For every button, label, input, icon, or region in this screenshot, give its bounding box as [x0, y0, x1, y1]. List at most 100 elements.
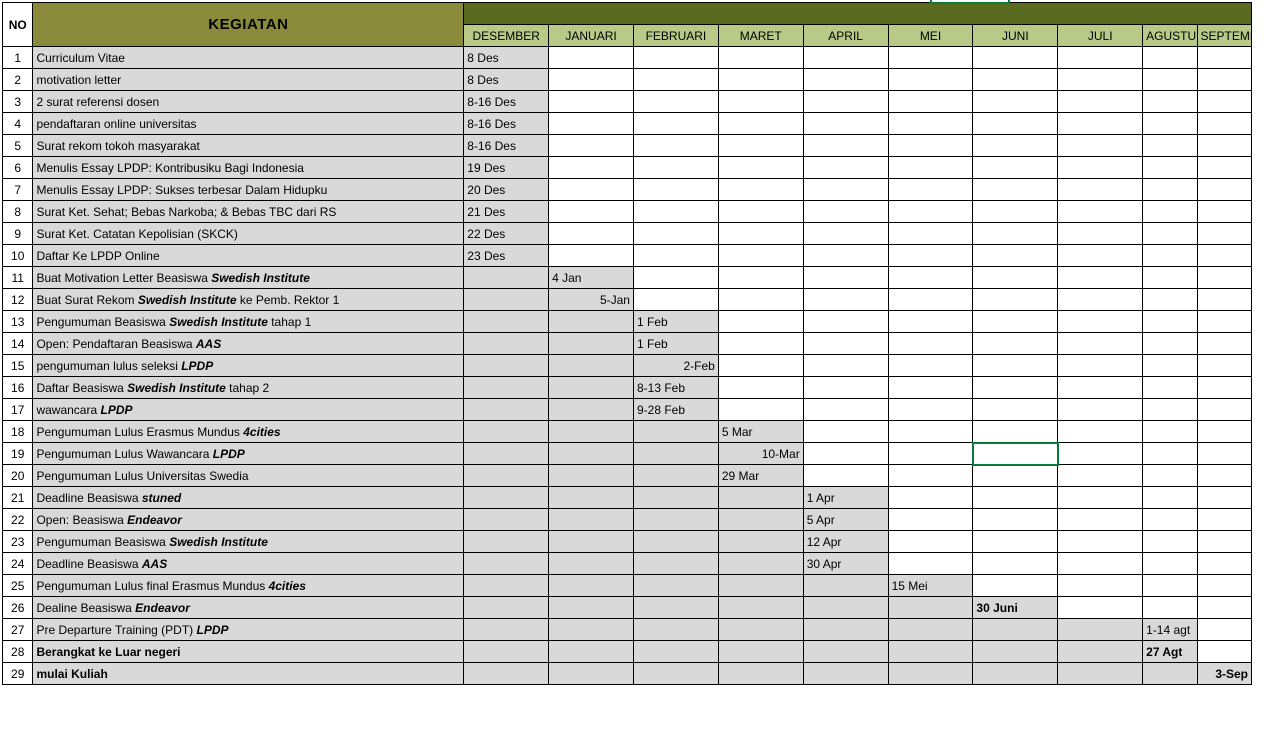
cell[interactable]: [1197, 135, 1251, 157]
cell[interactable]: [1143, 509, 1197, 531]
cell[interactable]: [718, 619, 803, 641]
cell[interactable]: [803, 47, 888, 69]
cell[interactable]: [803, 157, 888, 179]
cell[interactable]: 2-Feb: [633, 355, 718, 377]
row-no[interactable]: 9: [3, 223, 33, 245]
cell[interactable]: [1058, 531, 1143, 553]
cell[interactable]: [549, 575, 634, 597]
cell[interactable]: [888, 91, 973, 113]
cell[interactable]: [973, 619, 1058, 641]
cell[interactable]: [973, 663, 1058, 685]
cell[interactable]: [1197, 113, 1251, 135]
cell[interactable]: [464, 399, 549, 421]
table-row[interactable]: 27Pre Departure Training (PDT) LPDP1-14 …: [3, 619, 1252, 641]
cell[interactable]: [1197, 641, 1251, 663]
cell[interactable]: [1058, 311, 1143, 333]
cell[interactable]: [549, 487, 634, 509]
cell[interactable]: [549, 91, 634, 113]
cell[interactable]: [633, 597, 718, 619]
cell[interactable]: [1058, 553, 1143, 575]
row-no[interactable]: 19: [3, 443, 33, 465]
cell[interactable]: [973, 355, 1058, 377]
cell[interactable]: 8-16 Des: [464, 113, 549, 135]
cell[interactable]: [1058, 201, 1143, 223]
cell[interactable]: [633, 619, 718, 641]
cell[interactable]: [888, 355, 973, 377]
cell[interactable]: [549, 157, 634, 179]
cell[interactable]: [633, 553, 718, 575]
row-activity[interactable]: pengumuman lulus seleksi LPDP: [33, 355, 464, 377]
row-no[interactable]: 22: [3, 509, 33, 531]
cell[interactable]: [1058, 355, 1143, 377]
row-no[interactable]: 21: [3, 487, 33, 509]
cell[interactable]: [1143, 223, 1197, 245]
table-row[interactable]: 7Menulis Essay LPDP: Sukses terbesar Dal…: [3, 179, 1252, 201]
cell[interactable]: [803, 113, 888, 135]
cell[interactable]: [1143, 47, 1197, 69]
cell[interactable]: [1143, 311, 1197, 333]
cell[interactable]: [718, 641, 803, 663]
cell[interactable]: [718, 69, 803, 91]
cell[interactable]: [803, 289, 888, 311]
cell[interactable]: 22 Des: [464, 223, 549, 245]
cell[interactable]: [633, 641, 718, 663]
table-row[interactable]: 26Dealine Beasiswa Endeavor30 Juni: [3, 597, 1252, 619]
cell[interactable]: [888, 421, 973, 443]
cell[interactable]: [973, 509, 1058, 531]
row-no[interactable]: 25: [3, 575, 33, 597]
row-no[interactable]: 16: [3, 377, 33, 399]
cell[interactable]: [1143, 487, 1197, 509]
cell[interactable]: [718, 267, 803, 289]
row-no[interactable]: 23: [3, 531, 33, 553]
cell[interactable]: [718, 47, 803, 69]
cell[interactable]: [973, 553, 1058, 575]
cell[interactable]: 29 Mar: [718, 465, 803, 487]
table-row[interactable]: [3, 685, 1252, 707]
row-activity[interactable]: Deadline Beasiswa AAS: [33, 553, 464, 575]
cell[interactable]: [888, 553, 973, 575]
cell[interactable]: [633, 465, 718, 487]
cell[interactable]: [803, 91, 888, 113]
cell[interactable]: [973, 69, 1058, 91]
cell[interactable]: [888, 311, 973, 333]
cell[interactable]: [464, 421, 549, 443]
table-row[interactable]: 28Berangkat ke Luar negeri27 Agt: [3, 641, 1252, 663]
cell[interactable]: [888, 179, 973, 201]
cell[interactable]: [888, 619, 973, 641]
cell[interactable]: 5 Mar: [718, 421, 803, 443]
cell[interactable]: [888, 113, 973, 135]
schedule-table[interactable]: NO KEGIATAN DESEMBERJANUARIFEBRUARIMARET…: [2, 2, 1252, 706]
cell[interactable]: [633, 663, 718, 685]
cell[interactable]: [633, 289, 718, 311]
cell[interactable]: [888, 267, 973, 289]
row-activity[interactable]: mulai Kuliah: [33, 663, 464, 685]
table-row[interactable]: 19Pengumuman Lulus Wawancara LPDP10-Mar: [3, 443, 1252, 465]
cell[interactable]: [718, 157, 803, 179]
cell[interactable]: [464, 289, 549, 311]
table-row[interactable]: 13Pengumuman Beasiswa Swedish Institute …: [3, 311, 1252, 333]
cell[interactable]: [549, 553, 634, 575]
cell[interactable]: [718, 179, 803, 201]
row-no[interactable]: 3: [3, 91, 33, 113]
cell[interactable]: [464, 531, 549, 553]
cell[interactable]: [549, 377, 634, 399]
cell[interactable]: [718, 663, 803, 685]
cell[interactable]: [1058, 245, 1143, 267]
row-activity[interactable]: Surat Ket. Sehat; Bebas Narkoba; & Bebas…: [33, 201, 464, 223]
cell[interactable]: [549, 245, 634, 267]
cell[interactable]: [888, 69, 973, 91]
cell[interactable]: [1058, 575, 1143, 597]
cell[interactable]: 30 Apr: [803, 553, 888, 575]
cell[interactable]: [888, 377, 973, 399]
table-row[interactable]: 25Pengumuman Lulus final Erasmus Mundus …: [3, 575, 1252, 597]
cell[interactable]: [549, 685, 634, 707]
cell[interactable]: [1197, 201, 1251, 223]
cell[interactable]: [1197, 157, 1251, 179]
cell[interactable]: 1 Apr: [803, 487, 888, 509]
row-activity[interactable]: Pengumuman Lulus final Erasmus Mundus 4c…: [33, 575, 464, 597]
cell[interactable]: [1197, 267, 1251, 289]
table-row[interactable]: 1Curriculum Vitae8 Des: [3, 47, 1252, 69]
cell[interactable]: [718, 113, 803, 135]
cell[interactable]: [464, 663, 549, 685]
cell[interactable]: [1058, 69, 1143, 91]
